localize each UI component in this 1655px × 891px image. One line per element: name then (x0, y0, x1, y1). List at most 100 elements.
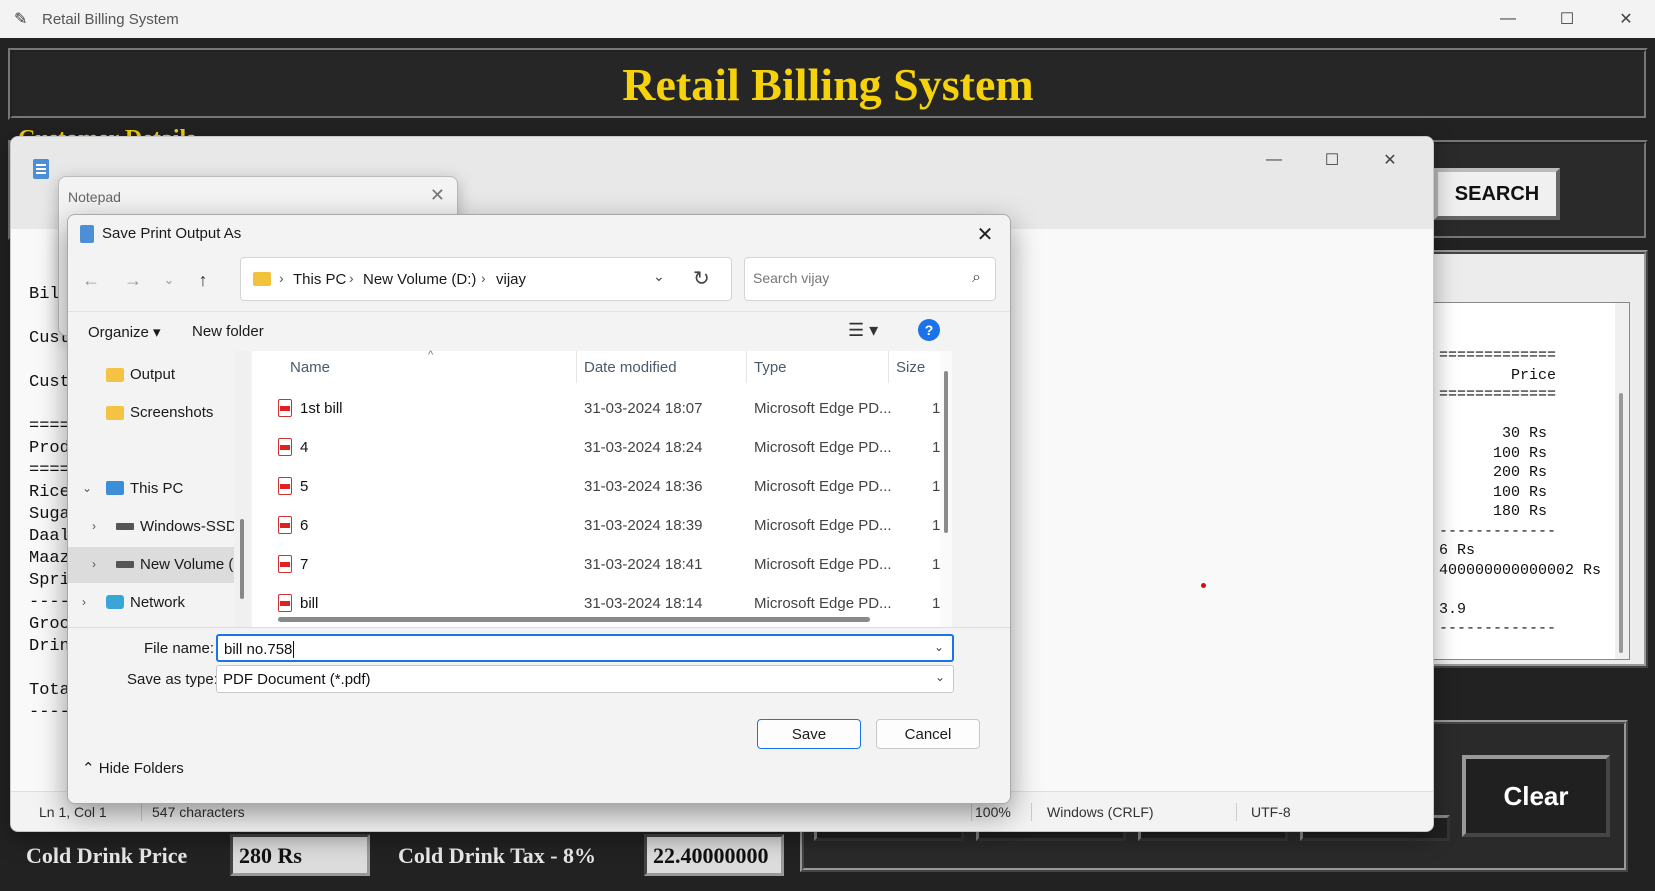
notepad-line: Rice (29, 483, 70, 502)
notepad-line: Groc (29, 615, 70, 634)
notepad-icon (80, 225, 94, 243)
cold-drink-tax-label: Cold Drink Tax - 8% (398, 843, 597, 868)
notepad-close-button[interactable]: ✕ (1367, 145, 1413, 175)
address-bar[interactable]: › This PC › New Volume (D:) › vijay ⌄ ↻ (240, 257, 732, 301)
file-row[interactable]: 1st bill 31-03-2024 18:07 Microsoft Edge… (252, 389, 952, 427)
hide-folders-button[interactable]: ⌃ Hide Folders (82, 759, 184, 777)
cold-drink-price-field[interactable]: 280 Rs (230, 834, 370, 876)
pdf-file-icon (278, 399, 292, 417)
file-row[interactable]: 4 31-03-2024 18:24 Microsoft Edge PD... … (252, 428, 952, 466)
cancel-button[interactable]: Cancel (876, 719, 980, 749)
bill-line: Price (1439, 366, 1557, 384)
back-arrow-icon[interactable]: ← (76, 265, 106, 295)
computer-icon (106, 481, 124, 495)
bill-textbox[interactable]: ============= Price ============= 30 Rs 1… (1430, 302, 1630, 660)
notepad-line (29, 394, 70, 416)
nav-item-screenshots[interactable]: Screenshots (68, 395, 234, 431)
nav-item-new-volume[interactable]: › New Volume (D:) (68, 547, 234, 583)
dialog-titlebar: Save Print Output As ✕ (68, 215, 1010, 253)
status-encoding: UTF-8 (1251, 804, 1291, 820)
drive-icon (116, 523, 134, 530)
notepad-line: Cust (29, 373, 70, 392)
file-name-field[interactable]: bill no.758 ⌄ (216, 634, 954, 662)
notepad-text: Bil Cust Cust ==== Prod ==== Rice Suga Daal Ma… (29, 284, 70, 724)
notepad-line: ==== (29, 417, 70, 436)
column-size[interactable]: Size (896, 359, 925, 376)
cursor-dot (1201, 583, 1206, 588)
bill-line: ------------- (1439, 620, 1557, 637)
chevron-down-icon[interactable]: ⌄ (82, 481, 92, 495)
refresh-icon[interactable]: ↻ (693, 266, 710, 291)
file-row[interactable]: 7 31-03-2024 18:41 Microsoft Edge PD... … (252, 545, 952, 583)
folder-icon (106, 406, 124, 420)
bill-line: 30 Rs (1439, 425, 1548, 442)
search-box[interactable]: ⌕ (744, 257, 996, 301)
save-as-type-select[interactable]: PDF Document (*.pdf) ⌄ (216, 665, 954, 693)
status-line-ending: Windows (CRLF) (1047, 804, 1154, 820)
notepad-line: Suga (29, 505, 70, 524)
column-name[interactable]: Name (290, 359, 330, 376)
chevron-down-icon[interactable]: ⌄ (935, 670, 945, 684)
folder-icon (253, 272, 271, 286)
notepad-icon (33, 159, 49, 179)
bill-line: ------------- (1439, 522, 1557, 540)
chevron-right-icon[interactable]: › (92, 557, 96, 571)
dialog-close-icon[interactable]: ✕ (970, 219, 1000, 249)
bill-line: 100 Rs (1439, 483, 1548, 501)
breadcrumb-this-pc[interactable]: This PC (293, 271, 346, 288)
view-options-icon[interactable]: ☰ ▾ (848, 320, 878, 341)
minimize-button[interactable]: — (1479, 0, 1537, 38)
nav-item-network[interactable]: › Network (68, 585, 234, 621)
bill-scrollbar[interactable] (1615, 303, 1629, 659)
nav-item-output[interactable]: Output (68, 357, 234, 393)
search-icon[interactable]: ⌕ (972, 269, 981, 287)
folder-icon (106, 368, 124, 382)
nav-item-windows-ssd[interactable]: › Windows-SSD (68, 509, 234, 545)
address-dropdown-icon[interactable]: ⌄ (653, 268, 665, 285)
chevron-right-icon[interactable]: › (92, 519, 96, 533)
file-list-vertical-scrollbar[interactable] (940, 351, 952, 627)
up-arrow-icon[interactable]: ↑ (188, 265, 218, 295)
network-icon (106, 595, 124, 609)
search-input[interactable] (753, 270, 953, 286)
column-type[interactable]: Type (754, 359, 787, 376)
bill-line (1439, 580, 1609, 600)
close-button[interactable]: ✕ (1597, 0, 1655, 38)
file-row[interactable]: bill 31-03-2024 18:14 Microsoft Edge PD.… (252, 584, 952, 614)
sort-ascending-icon: ^ (428, 349, 434, 361)
nav-item-this-pc[interactable]: ⌄ This PC (68, 471, 234, 507)
pdf-file-icon (278, 438, 292, 456)
breadcrumb-vijay[interactable]: vijay (496, 271, 526, 288)
notepad-line: Drin (29, 637, 70, 656)
search-button[interactable]: SEARCH (1434, 168, 1560, 220)
help-icon[interactable]: ? (918, 319, 940, 341)
navigation-bar: ← → ⌄ ↑ › This PC › New Volume (D:) › vi… (68, 255, 1010, 305)
chevron-right-icon[interactable]: › (82, 595, 86, 609)
print-dialog-close-icon[interactable]: ✕ (430, 185, 445, 206)
app-titlebar: ✎ Retail Billing System — ☐ ✕ (0, 0, 1655, 38)
cold-drink-tax-field[interactable]: 22.40000000 (644, 834, 784, 876)
recent-chevron-down-icon[interactable]: ⌄ (154, 265, 184, 295)
status-position: Ln 1, Col 1 (39, 804, 107, 820)
file-list-horizontal-scrollbar[interactable] (258, 615, 938, 625)
clear-button[interactable]: Clear (1462, 755, 1610, 837)
pdf-file-icon (278, 477, 292, 495)
column-date-modified[interactable]: Date modified (584, 359, 677, 376)
breadcrumb-new-volume[interactable]: New Volume (D:) (363, 271, 476, 288)
chevron-down-icon[interactable]: ⌄ (934, 640, 944, 654)
notepad-line (29, 658, 70, 680)
nav-pane-scrollbar[interactable] (234, 351, 250, 627)
forward-arrow-icon[interactable]: → (118, 265, 148, 295)
new-folder-button[interactable]: New folder (192, 323, 264, 340)
maximize-button[interactable]: ☐ (1538, 0, 1596, 38)
file-row[interactable]: 6 31-03-2024 18:39 Microsoft Edge PD... … (252, 506, 952, 544)
file-row[interactable]: 5 31-03-2024 18:36 Microsoft Edge PD... … (252, 467, 952, 505)
organize-button[interactable]: Organize ▾ (88, 323, 161, 341)
save-button[interactable]: Save (757, 719, 861, 749)
bill-line: ============= (1439, 347, 1557, 364)
notepad-maximize-button[interactable]: ☐ (1309, 145, 1355, 175)
notepad-minimize-button[interactable]: — (1251, 145, 1297, 175)
banner-title: Retail Billing System (622, 58, 1034, 110)
pdf-file-icon (278, 516, 292, 534)
file-fields: File name: bill no.758 ⌄ Save as type: P… (68, 627, 1010, 697)
